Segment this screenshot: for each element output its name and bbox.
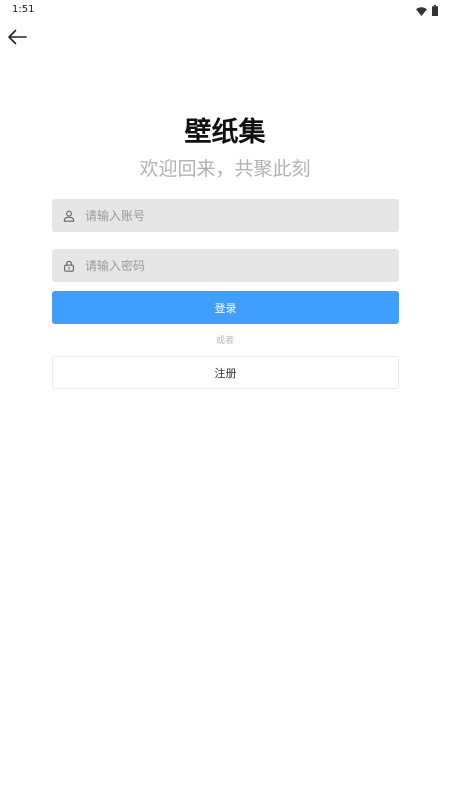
account-input[interactable] xyxy=(85,199,399,232)
status-time: 1:51 xyxy=(12,4,35,15)
password-field[interactable] xyxy=(52,249,399,282)
user-icon xyxy=(62,209,76,223)
wifi-icon xyxy=(416,1,427,20)
account-field[interactable] xyxy=(52,199,399,232)
app-subtitle: 欢迎回来，共聚此刻 xyxy=(139,158,311,180)
register-button[interactable]: 注册 xyxy=(52,356,399,389)
back-button[interactable] xyxy=(5,27,29,51)
status-bar: 1:51 xyxy=(0,0,450,22)
lock-icon xyxy=(62,259,76,273)
or-divider-text: 或者 xyxy=(215,336,234,346)
login-button[interactable]: 登录 xyxy=(52,291,399,324)
battery-icon xyxy=(432,1,438,20)
arrow-left-icon xyxy=(7,29,27,49)
login-page: 1:51 壁纸集 欢迎回来，共聚此刻 请输入账号 登录 或者 注册 xyxy=(0,0,450,801)
password-input[interactable] xyxy=(85,249,399,282)
app-title: 壁纸集 xyxy=(184,117,266,148)
status-icons xyxy=(416,3,438,17)
